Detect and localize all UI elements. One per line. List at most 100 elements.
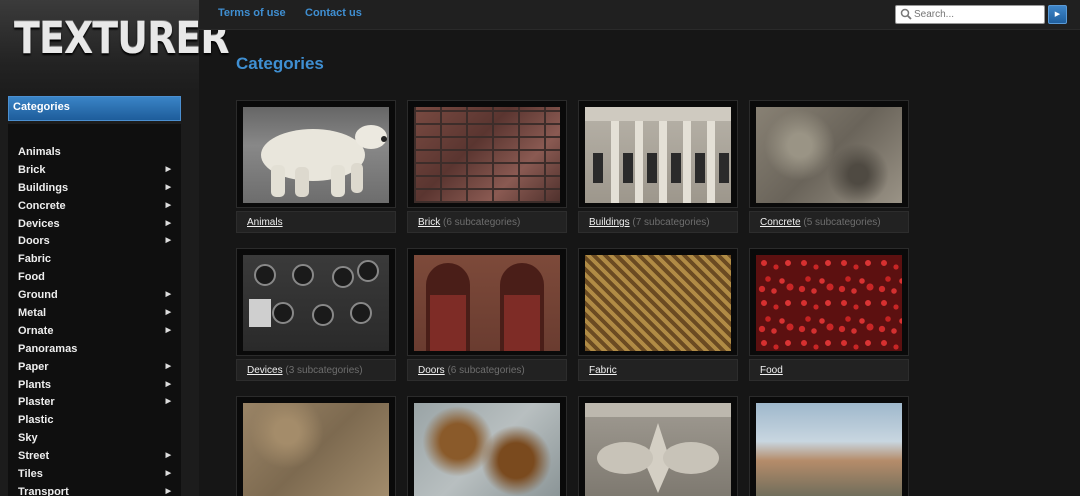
search-submit-button[interactable]: ▶ xyxy=(1048,5,1067,24)
sidebar-item-plastic[interactable]: Plastic xyxy=(8,413,173,431)
sidebar-item-label: Plants xyxy=(18,378,52,391)
sidebar-item-label: Concrete xyxy=(18,199,66,212)
thumbnail-frame[interactable] xyxy=(749,248,909,356)
sidebar-item-label: Buildings xyxy=(18,181,69,194)
category-thumbnail[interactable] xyxy=(585,255,731,351)
category-thumbnail[interactable] xyxy=(756,107,902,203)
sidebar-item-label: Paper xyxy=(18,360,49,373)
category-thumbnail[interactable] xyxy=(756,403,902,496)
thumbnail-frame[interactable] xyxy=(407,100,567,208)
category-thumbnail[interactable] xyxy=(585,403,731,496)
thumbnail-frame[interactable] xyxy=(578,396,738,496)
sidebar-item-label: Metal xyxy=(18,307,47,320)
category-link[interactable]: Brick xyxy=(418,217,440,228)
category-link[interactable]: Fabric xyxy=(589,365,617,376)
logo-area: TEXTURER xyxy=(0,0,229,90)
thumbnail-frame[interactable] xyxy=(236,248,396,356)
sidebar-item-label: Street xyxy=(18,450,50,463)
subcategory-count: (5 subcategories) xyxy=(803,217,881,228)
search-box xyxy=(895,5,1045,24)
category-thumbnail[interactable] xyxy=(585,107,731,203)
category-link[interactable]: Food xyxy=(760,365,783,376)
submenu-arrow-icon: ▶ xyxy=(165,183,171,191)
category-caption: Buildings (7 subcategories) xyxy=(578,211,738,233)
category-link[interactable]: Concrete xyxy=(760,217,801,228)
category-thumbnail[interactable] xyxy=(414,255,560,351)
category-thumbnail[interactable] xyxy=(414,107,560,203)
submenu-arrow-icon: ▶ xyxy=(165,326,171,334)
sidebar-item-ground[interactable]: Ground ▶ xyxy=(8,288,173,306)
category-link[interactable]: Devices xyxy=(247,365,283,376)
category-caption: Devices (3 subcategories) xyxy=(236,359,396,381)
submenu-arrow-icon: ▶ xyxy=(165,219,171,227)
thumbnail-frame[interactable] xyxy=(236,100,396,208)
sidebar-item-metal[interactable]: Metal ▶ xyxy=(8,306,173,324)
left-column: TEXTURER Categories Animals Brick ▶ Buildin… xyxy=(0,0,229,496)
sidebar-item-doors[interactable]: Doors ▶ xyxy=(8,234,173,252)
submenu-arrow-icon: ▶ xyxy=(165,309,171,317)
category-thumbnail[interactable] xyxy=(243,107,389,203)
thumbnail-frame[interactable] xyxy=(749,396,909,496)
sidebar-item-label: Animals xyxy=(18,146,61,158)
play-arrow-icon: ▶ xyxy=(1054,11,1061,18)
submenu-arrow-icon: ▶ xyxy=(165,398,171,406)
thumbnail-frame[interactable] xyxy=(236,396,396,496)
category-caption: Brick (6 subcategories) xyxy=(407,211,567,233)
category-link[interactable]: Animals xyxy=(247,217,283,228)
sidebar-item-label: Devices xyxy=(18,217,60,230)
search-icon xyxy=(900,8,912,20)
submenu-arrow-icon: ▶ xyxy=(165,470,171,478)
sidebar-item-transport[interactable]: Transport ▶ xyxy=(8,485,173,496)
category-thumbnail[interactable] xyxy=(414,403,560,496)
sidebar-item-food[interactable]: Food xyxy=(8,270,173,288)
submenu-arrow-icon: ▶ xyxy=(165,487,171,495)
thumbnail-frame[interactable] xyxy=(407,396,567,496)
category-link[interactable]: Buildings xyxy=(589,217,630,228)
site-logo[interactable]: TEXTURER xyxy=(14,14,229,64)
sidebar-item-plaster[interactable]: Plaster ▶ xyxy=(8,395,173,413)
sidebar-item-label: Food xyxy=(18,271,45,284)
submenu-arrow-icon: ▶ xyxy=(165,201,171,209)
sidebar-item-label: Plaster xyxy=(18,396,55,409)
sidebar-item-label: Transport xyxy=(18,485,69,496)
terms-of-use-link[interactable]: Terms of use xyxy=(218,7,286,19)
thumbnail-frame[interactable] xyxy=(578,248,738,356)
sidebar-header: Categories xyxy=(8,96,181,121)
subcategory-count: (6 subcategories) xyxy=(443,217,521,228)
sidebar-item-sky[interactable]: Sky xyxy=(8,431,173,449)
sidebar-item-panoramas[interactable]: Panoramas xyxy=(8,342,173,360)
category-caption: Fabric xyxy=(578,359,738,381)
sidebar-item-brick[interactable]: Brick ▶ xyxy=(8,163,173,181)
submenu-arrow-icon: ▶ xyxy=(165,291,171,299)
category-link[interactable]: Doors xyxy=(418,365,445,376)
sidebar-item-label: Plastic xyxy=(18,414,54,427)
submenu-arrow-icon: ▶ xyxy=(165,362,171,370)
sidebar-item-devices[interactable]: Devices ▶ xyxy=(8,217,173,235)
category-caption: Doors (6 subcategories) xyxy=(407,359,567,381)
sidebar-item-concrete[interactable]: Concrete ▶ xyxy=(8,199,173,217)
thumbnail-frame[interactable] xyxy=(578,100,738,208)
sidebar-item-label: Fabric xyxy=(18,253,52,266)
category-thumbnail[interactable] xyxy=(243,255,389,351)
thumbnail-frame[interactable] xyxy=(749,100,909,208)
sidebar-item-plants[interactable]: Plants ▶ xyxy=(8,378,173,396)
category-thumbnail[interactable] xyxy=(243,403,389,496)
sidebar-item-fabric[interactable]: Fabric xyxy=(8,252,173,270)
sidebar-item-paper[interactable]: Paper ▶ xyxy=(8,360,173,378)
contact-us-link[interactable]: Contact us xyxy=(305,7,362,19)
sidebar-menu: Animals Brick ▶ Buildings ▶ Concrete ▶ Devices ▶… xyxy=(8,145,173,496)
sidebar-item-ornate[interactable]: Ornate ▶ xyxy=(8,324,173,342)
sidebar-item-animals[interactable]: Animals xyxy=(8,145,173,163)
sidebar-item-street[interactable]: Street ▶ xyxy=(8,449,173,467)
sidebar-item-label: Ornate xyxy=(18,324,54,337)
category-thumbnail[interactable] xyxy=(756,255,902,351)
devices-panel-image xyxy=(249,260,379,327)
subcategory-count: (3 subcategories) xyxy=(285,365,363,376)
sidebar-item-label: Panoramas xyxy=(18,342,78,355)
sidebar-item-tiles[interactable]: Tiles ▶ xyxy=(8,467,173,485)
thumbnail-frame[interactable] xyxy=(407,248,567,356)
page-title: Categories xyxy=(236,54,324,73)
sidebar-item-buildings[interactable]: Buildings ▶ xyxy=(8,181,173,199)
search-input[interactable] xyxy=(914,7,1042,22)
sidebar-item-label: Sky xyxy=(18,432,38,445)
